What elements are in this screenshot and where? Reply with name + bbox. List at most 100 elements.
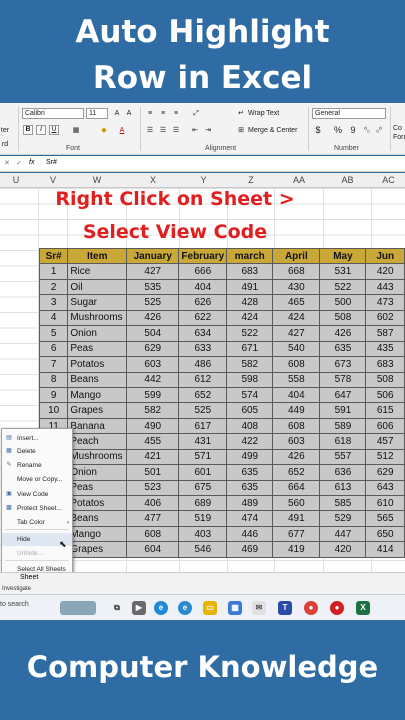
merge-icon[interactable]: ⊞: [236, 125, 246, 136]
value-cell[interactable]: 608: [126, 525, 180, 543]
serial-cell[interactable]: 9: [38, 386, 69, 404]
column-header-cell[interactable]: February: [178, 247, 228, 265]
table-row[interactable]: 18Mango608403446677447650: [38, 525, 405, 543]
value-cell[interactable]: 420: [365, 263, 405, 280]
value-cell[interactable]: 435: [365, 340, 405, 358]
value-cell[interactable]: 668: [272, 263, 321, 280]
value-cell[interactable]: 664: [272, 479, 321, 497]
value-cell[interactable]: 408: [226, 417, 274, 435]
table-row[interactable]: 15Peas523675635664613643: [38, 479, 405, 497]
context-menu-item-view-code[interactable]: ▣ View Code: [2, 488, 72, 501]
chrome-icon[interactable]: ●: [304, 601, 318, 615]
value-cell[interactable]: 523: [126, 479, 180, 497]
value-cell[interactable]: 428: [226, 294, 274, 311]
value-cell[interactable]: 540: [272, 340, 321, 358]
edge-dev-icon[interactable]: e: [178, 601, 192, 615]
value-cell[interactable]: 601: [178, 464, 228, 481]
value-cell[interactable]: 608: [272, 356, 321, 373]
item-cell[interactable]: Mushrooms: [67, 448, 128, 466]
table-row[interactable]: 7 Potatos 603 486 582 608 673 683: [38, 356, 405, 373]
value-cell[interactable]: 489: [226, 494, 274, 512]
table-row[interactable]: 12Peach455431422603618457: [38, 433, 405, 450]
value-cell[interactable]: 506: [365, 386, 405, 404]
value-cell[interactable]: 635: [226, 464, 274, 481]
column-header-cell[interactable]: January: [126, 247, 180, 265]
value-cell[interactable]: 465: [272, 294, 321, 311]
value-cell[interactable]: 635: [226, 479, 274, 497]
value-cell[interactable]: 426: [126, 309, 180, 327]
table-row[interactable]: 14Onion501601635652636629: [38, 464, 405, 481]
value-cell[interactable]: 469: [226, 541, 274, 558]
value-cell[interactable]: 671: [226, 340, 274, 358]
value-cell[interactable]: 491: [272, 510, 321, 527]
comma-style-button[interactable]: 9: [348, 125, 358, 136]
serial-cell[interactable]: 7: [38, 356, 69, 373]
table-row[interactable]: 16Potatos406689489560585610: [38, 494, 405, 512]
value-cell[interactable]: 591: [319, 402, 367, 419]
value-cell[interactable]: 617: [178, 417, 228, 435]
font-size-select[interactable]: 11: [86, 108, 108, 119]
cancel-icon[interactable]: ✕: [4, 159, 10, 167]
table-row[interactable]: 19Grapes604546469419420414: [38, 541, 405, 558]
value-cell[interactable]: 603: [272, 433, 321, 450]
column-header[interactable]: Z: [228, 175, 274, 185]
weather-widget-icon[interactable]: [60, 601, 96, 615]
value-cell[interactable]: 419: [272, 541, 321, 558]
value-cell[interactable]: 426: [319, 325, 367, 342]
value-cell[interactable]: 603: [126, 356, 180, 373]
table-row[interactable]: 17Beans477519474491529565: [38, 510, 405, 527]
column-header[interactable]: U: [5, 175, 27, 185]
value-cell[interactable]: 508: [319, 309, 367, 327]
value-cell[interactable]: 589: [319, 417, 367, 435]
mail-icon[interactable]: ✉: [252, 601, 266, 615]
value-cell[interactable]: 508: [365, 371, 405, 388]
value-cell[interactable]: 618: [319, 433, 367, 450]
align-top-icon[interactable]: ≡: [145, 108, 155, 119]
item-cell[interactable]: Banana: [67, 417, 128, 435]
item-cell[interactable]: Mango: [67, 386, 128, 404]
value-cell[interactable]: 585: [319, 494, 367, 512]
table-row[interactable]: 1 Rice 427 666 683 668 531 420: [38, 263, 405, 280]
value-cell[interactable]: 421: [126, 448, 180, 466]
column-header-cell[interactable]: Item: [67, 247, 128, 265]
value-cell[interactable]: 622: [178, 309, 228, 327]
wrap-text-icon[interactable]: ↵: [236, 108, 246, 119]
table-row[interactable]: 2 Oil 535 404 491 430 522 443: [38, 278, 405, 296]
value-cell[interactable]: 606: [365, 417, 405, 435]
value-cell[interactable]: 677: [272, 525, 321, 543]
value-cell[interactable]: 574: [226, 386, 274, 404]
serial-cell[interactable]: 8: [38, 371, 69, 388]
table-row[interactable]: 10 Grapes 582 525 605 449 591 615: [38, 402, 405, 419]
value-cell[interactable]: 633: [178, 340, 228, 358]
item-cell[interactable]: Beans: [67, 510, 128, 527]
item-cell[interactable]: Grapes: [67, 402, 128, 419]
serial-cell[interactable]: 1: [38, 263, 69, 280]
value-cell[interactable]: 582: [226, 356, 274, 373]
value-cell[interactable]: 675: [178, 479, 228, 497]
column-header[interactable]: AC: [372, 175, 405, 185]
taskbar-search[interactable]: to search: [0, 601, 29, 608]
value-cell[interactable]: 431: [178, 433, 228, 450]
value-cell[interactable]: 430: [272, 278, 321, 296]
serial-cell[interactable]: 3: [38, 294, 69, 311]
value-cell[interactable]: 689: [178, 494, 228, 512]
value-cell[interactable]: 455: [126, 433, 180, 450]
value-cell[interactable]: 499: [226, 448, 274, 466]
context-menu-item-move-or-copy[interactable]: Move or Copy...: [2, 473, 72, 486]
font-color-icon[interactable]: A: [116, 125, 128, 136]
value-cell[interactable]: 522: [319, 278, 367, 296]
context-menu-item-tab-color[interactable]: Tab Color ›: [2, 516, 72, 529]
align-middle-icon[interactable]: ≡: [158, 108, 168, 119]
column-header[interactable]: AA: [275, 175, 323, 185]
value-cell[interactable]: 613: [319, 479, 367, 497]
value-cell[interactable]: 519: [178, 510, 228, 527]
function-icon[interactable]: fx: [29, 159, 34, 166]
value-cell[interactable]: 683: [365, 356, 405, 373]
store-icon[interactable]: ▦: [228, 601, 242, 615]
value-cell[interactable]: 424: [226, 309, 274, 327]
table-row[interactable]: 6 Peas 629 633 671 540 635 435: [38, 340, 405, 358]
table-row[interactable]: 4 Mushrooms 426 622 424 424 508 602: [38, 309, 405, 327]
recorder-icon[interactable]: ●: [330, 601, 344, 615]
value-cell[interactable]: 602: [365, 309, 405, 327]
value-cell[interactable]: 615: [365, 402, 405, 419]
